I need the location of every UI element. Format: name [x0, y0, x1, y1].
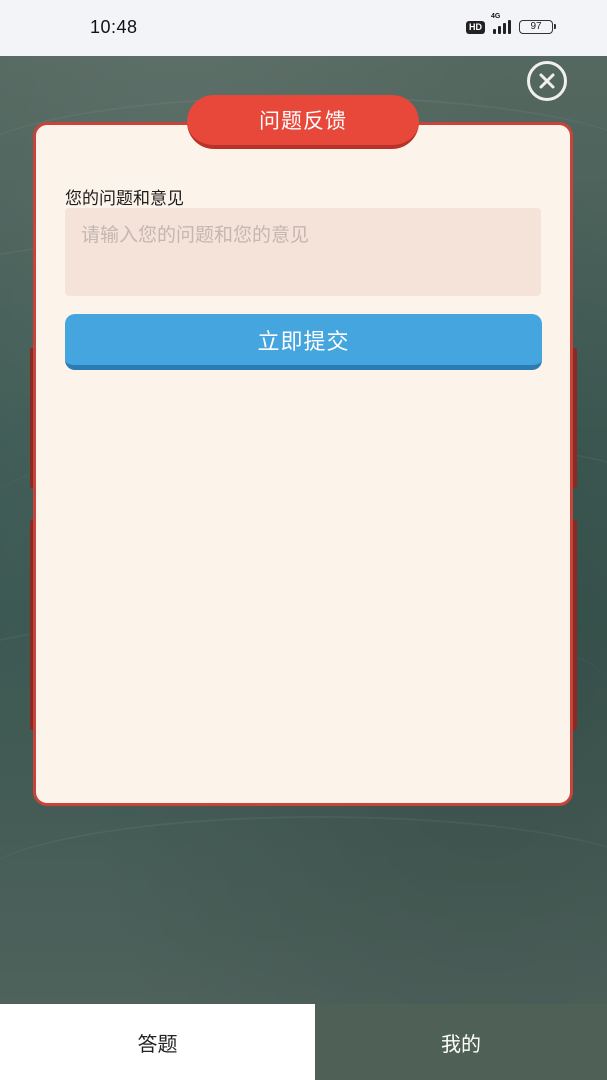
status-icons: HD 4G 97 — [466, 13, 556, 34]
submit-button[interactable]: 立即提交 — [65, 314, 542, 370]
hd-badge: HD — [466, 20, 485, 34]
battery-icon: 97 — [519, 20, 556, 34]
bottom-tab-bar: 答题 我的 — [0, 1004, 607, 1080]
signal-icon: 4G — [491, 13, 511, 34]
status-time: 10:48 — [90, 17, 138, 37]
feedback-input[interactable] — [65, 208, 541, 296]
dialog-title: 问题反馈 — [187, 95, 419, 149]
dialog-side-rail-right — [573, 348, 577, 488]
close-circle-icon — [539, 73, 555, 89]
dialog-side-rail-right — [573, 520, 577, 730]
network-type-label: 4G — [491, 13, 501, 20]
feedback-field-label: 您的问题和意见 — [65, 189, 184, 209]
close-button[interactable] — [527, 61, 567, 101]
tab-mine[interactable]: 我的 — [315, 1004, 607, 1080]
tab-answer[interactable]: 答题 — [0, 1004, 315, 1080]
status-bar: 10:48 HD 4G 97 — [0, 0, 607, 56]
